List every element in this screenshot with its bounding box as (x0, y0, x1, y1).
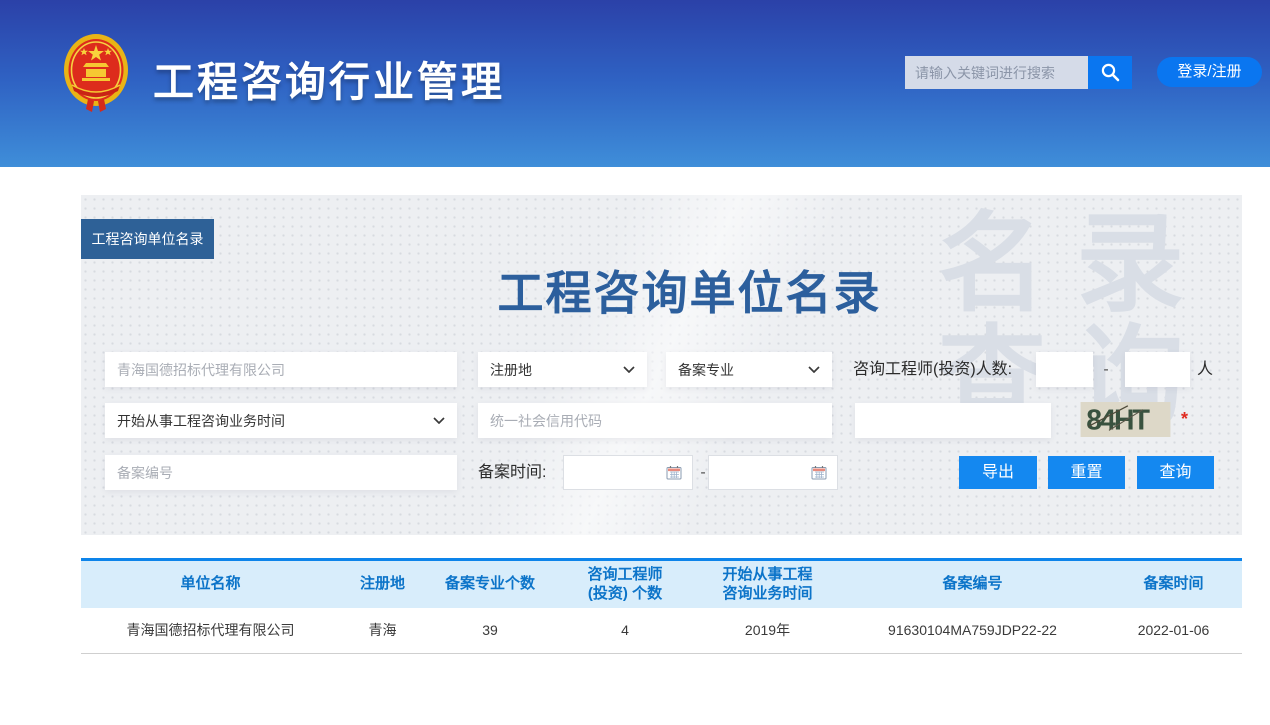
chevron-down-icon (623, 366, 635, 373)
query-button[interactable]: 查询 (1137, 456, 1214, 489)
national-emblem-logo (62, 33, 130, 113)
col-header-start-time: 开始从事工程 咨询业务时间 (695, 561, 840, 608)
chevron-down-icon (808, 366, 820, 373)
col-header-engineer-count: 咨询工程师 (投资) 个数 (555, 561, 695, 608)
header-search-input[interactable] (905, 56, 1088, 89)
search-icon (1100, 62, 1121, 83)
cell-start-time: 2019年 (695, 608, 840, 653)
required-asterisk: * (1181, 402, 1188, 437)
captcha-input[interactable] (855, 403, 1051, 438)
col-header-reg-place: 注册地 (340, 561, 425, 608)
range-separator: - (1099, 352, 1113, 387)
table-row: 青海国德招标代理有限公司 青海 39 4 2019年 91630104MA759… (81, 608, 1242, 653)
cell-unit-name: 青海国德招标代理有限公司 (81, 608, 340, 653)
credit-code-input[interactable] (478, 403, 832, 438)
site-title: 工程咨询行业管理 (153, 48, 505, 108)
cell-record-time: 2022-01-06 (1105, 608, 1242, 653)
range-separator: - (698, 455, 708, 490)
col-header-specialty-count: 备案专业个数 (425, 561, 555, 608)
captcha-text: 84HT (1086, 404, 1150, 436)
calendar-icon (666, 465, 682, 480)
company-name-input[interactable] (105, 352, 457, 387)
record-time-end-input[interactable] (708, 455, 838, 490)
record-specialty-select[interactable]: 备案专业 (666, 352, 832, 387)
record-time-label: 备案时间: (478, 455, 546, 490)
tab-unit-directory[interactable]: 工程咨询单位名录 (81, 219, 214, 259)
captcha-image[interactable]: 84HT (1078, 402, 1173, 437)
select-value: 开始从事工程咨询业务时间 (117, 411, 285, 431)
registration-place-select[interactable]: 注册地 (478, 352, 647, 387)
col-header-record-no: 备案编号 (840, 561, 1105, 608)
calendar-icon (811, 465, 827, 480)
cell-record-no: 91630104MA759JDP22-22 (840, 608, 1105, 653)
query-panel: 名录 查询 工程咨询单位名录 工程咨询单位名录 注册地 备案专业 咨询工程师(投… (81, 195, 1242, 535)
select-value: 备案专业 (678, 360, 734, 380)
export-button[interactable]: 导出 (959, 456, 1037, 489)
reset-button[interactable]: 重置 (1048, 456, 1125, 489)
person-unit-label: 人 (1197, 352, 1213, 387)
cell-specialty-count: 39 (425, 608, 555, 653)
record-time-start-input[interactable] (563, 455, 693, 490)
col-header-record-time: 备案时间 (1105, 561, 1242, 608)
engineer-count-label: 咨询工程师(投资)人数: (853, 352, 1012, 387)
cell-engineer-count: 4 (555, 608, 695, 653)
start-business-time-select[interactable]: 开始从事工程咨询业务时间 (105, 403, 457, 438)
results-table: 单位名称 注册地 备案专业个数 咨询工程师 (投资) 个数 开始从事工程 咨询业… (81, 558, 1242, 654)
select-value: 注册地 (490, 360, 532, 380)
page-title: 工程咨询单位名录 (81, 257, 1242, 323)
col-header-unit-name: 单位名称 (81, 561, 340, 608)
site-header: 工程咨询行业管理 登录/注册 (0, 0, 1270, 167)
header-search-button[interactable] (1088, 56, 1132, 89)
cell-reg-place: 青海 (340, 608, 425, 653)
record-number-input[interactable] (105, 455, 457, 490)
login-register-button[interactable]: 登录/注册 (1157, 57, 1262, 87)
table-header-row: 单位名称 注册地 备案专业个数 咨询工程师 (投资) 个数 开始从事工程 咨询业… (81, 561, 1242, 608)
header-search-bar (905, 56, 1132, 89)
engineer-count-max-input[interactable] (1125, 352, 1190, 387)
chevron-down-icon (433, 417, 445, 424)
engineer-count-min-input[interactable] (1036, 352, 1093, 387)
